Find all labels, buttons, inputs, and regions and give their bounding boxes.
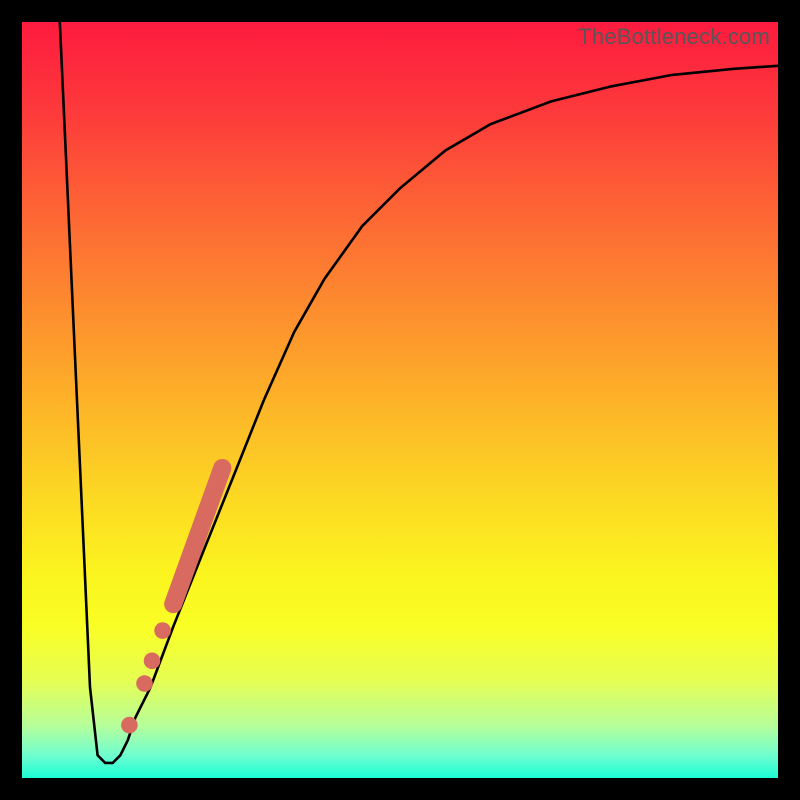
marker-dot <box>136 675 153 692</box>
marker-dot <box>154 622 171 639</box>
chart-svg <box>22 22 778 778</box>
marker-group <box>121 468 222 733</box>
marker-dot <box>121 717 138 734</box>
bottleneck-curve <box>60 22 778 763</box>
marker-capsule <box>173 468 222 604</box>
marker-dot <box>144 653 161 670</box>
plot-area: TheBottleneck.com <box>22 22 778 778</box>
chart-frame: TheBottleneck.com <box>0 0 800 800</box>
